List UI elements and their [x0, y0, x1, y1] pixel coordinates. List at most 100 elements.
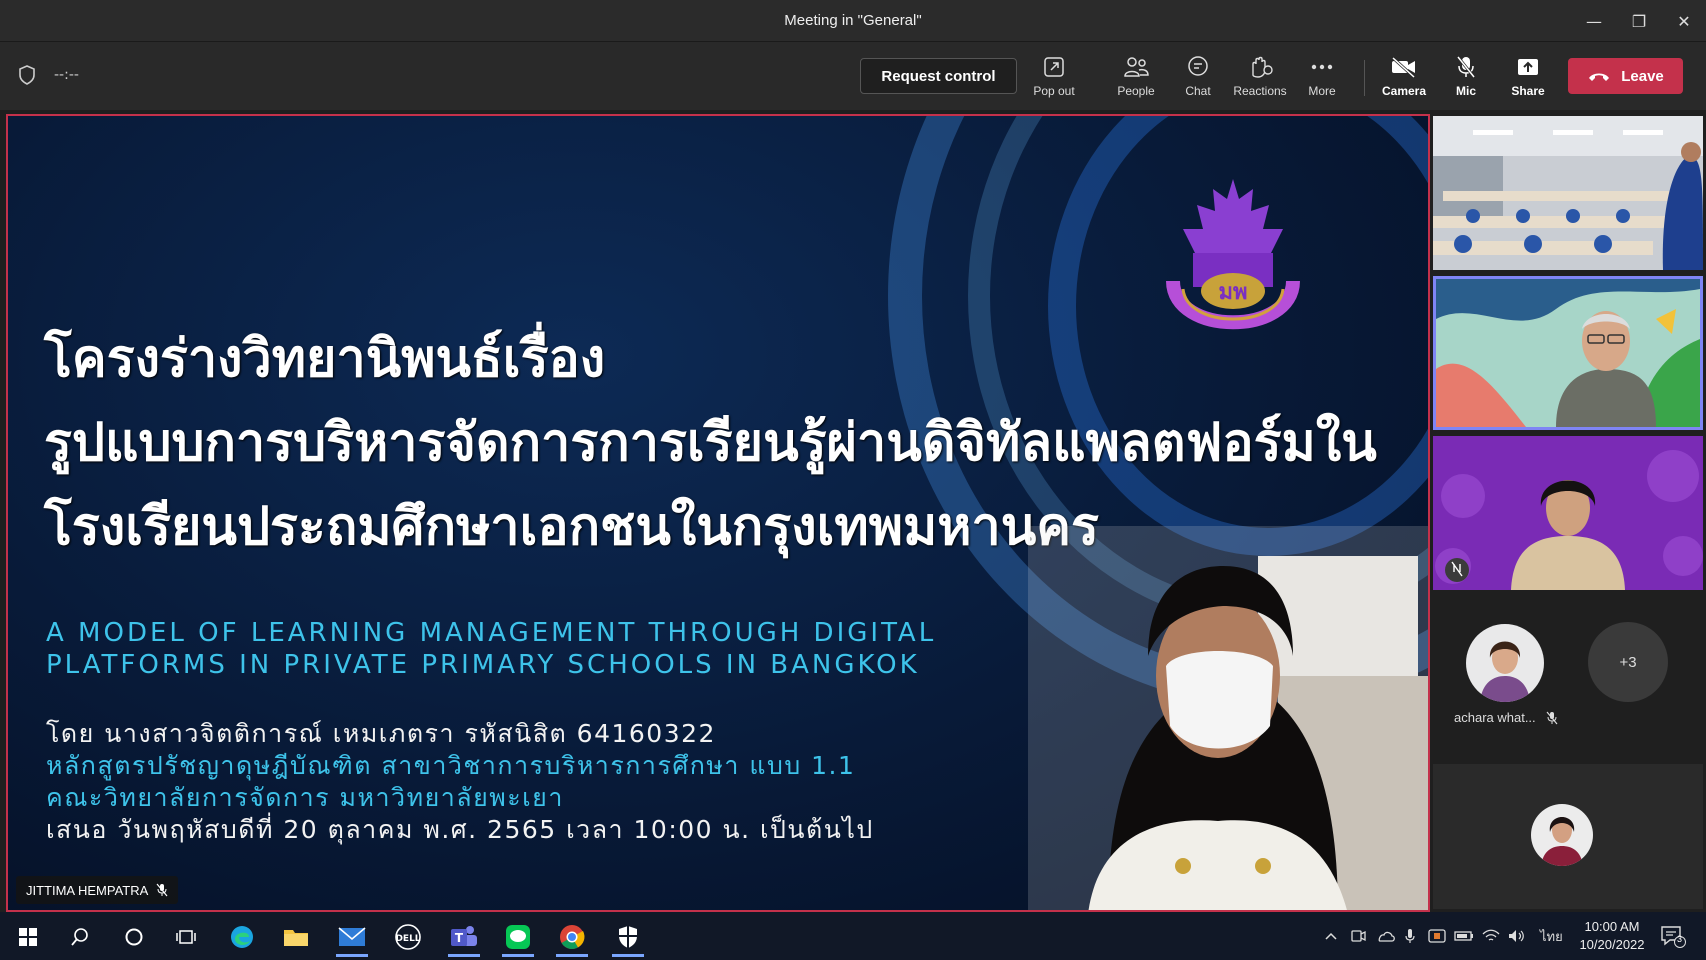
taskbar-dell[interactable]: DELL	[386, 918, 430, 956]
window-title: Meeting in "General"	[784, 12, 922, 29]
maximize-button[interactable]: ❐	[1625, 8, 1653, 34]
tray-battery-icon[interactable]	[1454, 926, 1474, 946]
security-shield-icon	[619, 926, 637, 948]
participant-name: achara what...	[1454, 710, 1536, 725]
active-speaker-video	[1436, 279, 1700, 427]
notification-count: 3	[1677, 934, 1683, 944]
chrome-icon	[560, 925, 585, 950]
windows-taskbar: DELL T ไทย 10:00 AM 10/20/2022 3	[0, 912, 1706, 960]
tray-app-icon[interactable]	[1428, 926, 1446, 946]
notification-center-button[interactable]: 3	[1660, 924, 1690, 950]
participant-video-active-speaker[interactable]	[1433, 276, 1703, 430]
taskbar-edge[interactable]	[220, 918, 264, 956]
mic-label: Mic	[1455, 84, 1476, 98]
clock-date: 10/20/2022	[1579, 937, 1645, 952]
start-button[interactable]	[6, 918, 50, 956]
taskbar-file-explorer[interactable]	[274, 918, 318, 956]
chat-button[interactable]: Chat	[1168, 54, 1228, 104]
taskbar-clock[interactable]: 10:00 AM 10/20/2022	[1566, 918, 1658, 954]
camera-off-icon	[1391, 56, 1416, 78]
share-label: Share	[1511, 84, 1545, 98]
shared-screen: มพ โครงร่างวิทยานิพนธ์เรื่อง รูปแบบการบร…	[6, 114, 1430, 912]
mic-button[interactable]: Mic	[1436, 54, 1496, 104]
participant-tile-self[interactable]	[1433, 764, 1703, 909]
people-button[interactable]: People	[1106, 54, 1166, 104]
tray-language[interactable]: ไทย	[1540, 926, 1563, 946]
toolbar-divider	[1364, 60, 1365, 96]
more-label: More	[1308, 84, 1336, 98]
minimize-button[interactable]: —	[1580, 8, 1608, 34]
tray-wifi-icon[interactable]	[1482, 926, 1500, 946]
dell-icon: DELL	[395, 924, 421, 950]
shield-icon[interactable]	[18, 65, 36, 85]
camera-label: Camera	[1381, 84, 1427, 98]
people-label: People	[1117, 84, 1155, 98]
chat-label: Chat	[1185, 84, 1211, 98]
participant-video-classroom[interactable]	[1433, 116, 1703, 270]
purple-bg-video	[1433, 436, 1703, 590]
participant-video-purple-bg[interactable]	[1433, 436, 1703, 590]
share-icon	[1518, 59, 1538, 75]
pop-out-button[interactable]: Pop out	[1024, 54, 1084, 104]
close-button[interactable]: ✕	[1670, 8, 1698, 34]
reactions-label: Reactions	[1233, 84, 1287, 98]
more-button[interactable]: More	[1292, 54, 1352, 104]
request-control-button[interactable]: Request control	[860, 58, 1017, 94]
camera-button[interactable]: Camera	[1374, 54, 1434, 104]
tray-meet-icon[interactable]	[1350, 926, 1366, 946]
reactions-button[interactable]: Reactions	[1230, 54, 1290, 104]
slide-title-line-3: โรงเรียนประถมศึกษาเอกชนในกรุงเทพมหานคร	[44, 497, 1099, 557]
tray-onedrive-icon[interactable]	[1376, 926, 1396, 946]
pop-out-icon	[1044, 57, 1064, 77]
participant-panel: +3 achara what...	[1430, 114, 1706, 912]
svg-text:DELL: DELL	[395, 934, 420, 944]
edge-icon	[231, 926, 253, 948]
university-logo: มพ	[1166, 179, 1300, 330]
search-icon	[71, 928, 88, 946]
svg-text:T: T	[455, 931, 464, 945]
share-button[interactable]: Share	[1498, 54, 1558, 104]
presenter-name-chip: JITTIMA HEMPATRA	[16, 876, 179, 904]
mail-icon	[338, 927, 366, 946]
tray-volume-icon[interactable]	[1508, 926, 1526, 946]
chat-icon	[1188, 56, 1208, 76]
tray-chevron-icon[interactable]	[1324, 926, 1338, 946]
taskbar-security[interactable]	[606, 918, 650, 957]
participant-avatar[interactable]	[1466, 624, 1544, 702]
cortana-icon	[125, 928, 143, 946]
self-avatar	[1531, 804, 1593, 866]
tray-mic-icon[interactable]	[1404, 926, 1416, 946]
svg-text:มพ: มพ	[1218, 280, 1247, 305]
mic-muted-icon	[156, 883, 168, 897]
pop-out-label: Pop out	[1033, 84, 1075, 98]
taskbar-chrome[interactable]	[550, 918, 594, 957]
self-avatar-photo	[1531, 804, 1593, 866]
slide-title-line-2: รูปแบบการบริหารจัดการการเรียนรู้ผ่านดิจิ…	[44, 413, 1377, 473]
slide-title-line-1: โครงร่างวิทยานิพนธ์เรื่อง	[44, 329, 606, 389]
folder-icon	[284, 930, 308, 946]
taskbar-mail[interactable]	[330, 918, 374, 957]
slide-date: เสนอ วันพฤหัสบดีที่ 20 ตุลาคม พ.ศ. 2565 …	[46, 815, 874, 844]
participant-name-row: achara what...	[1454, 710, 1558, 725]
teams-icon: T	[451, 926, 477, 946]
leave-button[interactable]: Leave	[1568, 58, 1683, 94]
leave-label: Leave	[1621, 67, 1664, 85]
presenter-video	[1028, 526, 1428, 910]
task-view-icon	[176, 930, 196, 944]
notification-icon	[1661, 926, 1686, 948]
avatar-photo	[1466, 624, 1544, 702]
taskbar-teams[interactable]: T	[442, 918, 486, 957]
more-participants-badge[interactable]: +3	[1588, 622, 1668, 702]
reactions-icon	[1252, 56, 1273, 78]
meeting-toolbar: --:-- Request control Pop out People Cha…	[0, 42, 1706, 110]
mic-off-icon	[1456, 56, 1476, 78]
clock-time: 10:00 AM	[1584, 919, 1640, 934]
people-icon	[1124, 57, 1149, 77]
taskbar-line[interactable]	[496, 918, 540, 957]
phone-hangup-icon	[1589, 73, 1610, 81]
search-button[interactable]	[58, 918, 102, 956]
title-bar: Meeting in "General" — ❐ ✕	[0, 0, 1706, 42]
task-view-button[interactable]	[164, 918, 208, 956]
cortana-button[interactable]	[112, 918, 156, 956]
slide-english-title-line-1: A MODEL OF LEARNING MANAGEMENT THROUGH D…	[46, 618, 937, 648]
